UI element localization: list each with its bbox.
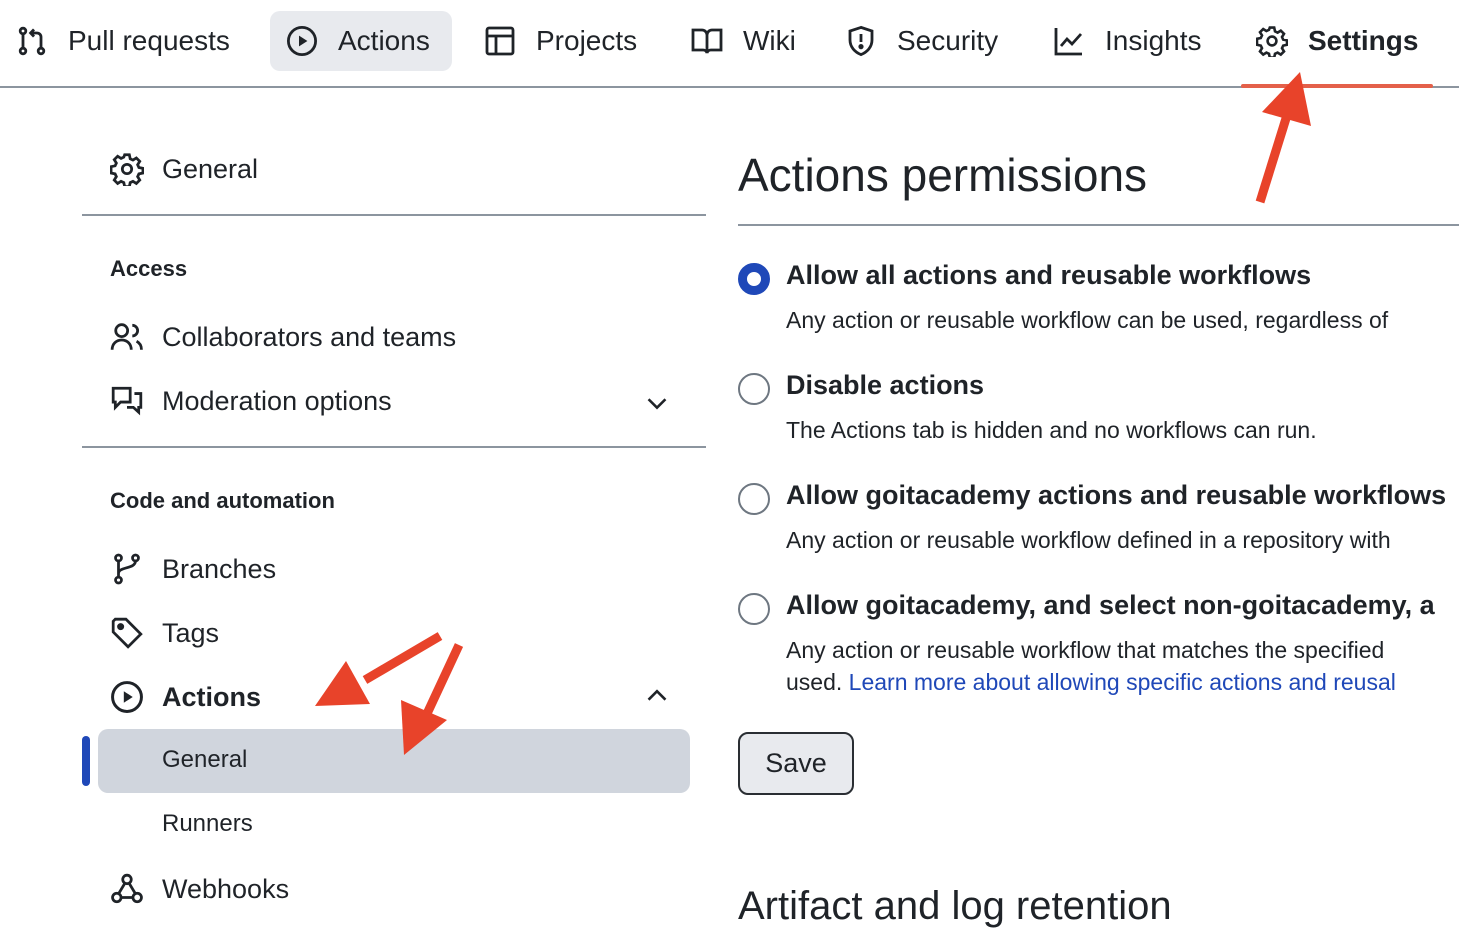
sidebar-item-general[interactable]: General xyxy=(110,152,258,186)
tab-label: Insights xyxy=(1105,25,1202,56)
chevron-up-icon[interactable] xyxy=(642,680,672,710)
tab-label: Security xyxy=(897,25,999,56)
tab-label: Settings xyxy=(1308,25,1419,56)
permission-option: Allow all actions and reusable workflows… xyxy=(738,262,1459,342)
learn-more-link[interactable]: Learn more about allowing specific actio… xyxy=(849,669,1396,695)
section-title-artifact-retention: Artifact and log retention xyxy=(738,884,1172,928)
sidebar-item-label: Branches xyxy=(162,553,277,584)
gear-icon xyxy=(1256,25,1288,57)
tab-projects[interactable]: Projects xyxy=(468,11,653,71)
option-description-line1: Any action or reusable workflow that mat… xyxy=(786,637,1385,663)
gear-icon xyxy=(110,152,144,186)
radio-allow-all[interactable] xyxy=(738,263,770,295)
sidebar-heading-code-automation: Code and automation xyxy=(110,488,335,513)
tab-actions[interactable]: Actions xyxy=(270,11,452,71)
sidebar-heading-access: Access xyxy=(110,256,188,281)
sidebar-item-moderation-options[interactable]: Moderation options xyxy=(110,384,392,418)
permission-option: Allow goitacademy actions and reusable w… xyxy=(738,482,1459,562)
option-description: The Actions tab is hidden and no workflo… xyxy=(786,417,1317,443)
sidebar-item-actions[interactable]: Actions xyxy=(110,680,261,714)
active-indicator xyxy=(82,736,90,786)
sidebar-item-label: Actions xyxy=(162,681,262,712)
option-description-prefix: used. xyxy=(786,669,849,695)
annotation-arrow-actions xyxy=(315,632,443,706)
play-circle-icon xyxy=(110,680,144,714)
repo-nav: Pull requests Actions Projects Wiki Secu… xyxy=(0,0,1459,88)
sidebar-item-label: Collaborators and teams xyxy=(162,321,457,352)
tab-label: Projects xyxy=(536,25,638,56)
option-description: Any action or reusable workflow that mat… xyxy=(786,634,1396,698)
sidebar-item-label: General xyxy=(162,153,259,184)
tab-insights[interactable]: Insights xyxy=(1037,11,1218,71)
option-description: Any action or reusable workflow can be u… xyxy=(786,307,1389,333)
tab-wiki[interactable]: Wiki xyxy=(675,11,812,71)
sidebar-item-label: Tags xyxy=(162,617,220,648)
option-title: Disable actions xyxy=(786,372,985,400)
sidebar-item-webhooks[interactable]: Webhooks xyxy=(110,872,289,906)
table-icon xyxy=(484,25,516,57)
selected-tab-indicator xyxy=(1241,84,1433,88)
save-button[interactable]: Save xyxy=(738,732,854,795)
option-title: Allow all actions and reusable workflows xyxy=(786,262,1312,290)
shield-icon xyxy=(845,25,877,57)
git-pull-request-icon xyxy=(16,25,48,57)
tab-label: Wiki xyxy=(743,25,796,56)
sidebar-item-label: Webhooks xyxy=(162,873,290,904)
git-branch-icon xyxy=(110,552,144,586)
option-title: Allow goitacademy actions and reusable w… xyxy=(786,482,1447,510)
tab-pull-requests[interactable]: Pull requests xyxy=(0,11,246,71)
option-description: Any action or reusable workflow defined … xyxy=(786,527,1391,553)
sidebar-subitem-runners[interactable]: Runners xyxy=(162,810,253,838)
sidebar-item-tags[interactable]: Tags xyxy=(110,616,219,650)
permission-option: Allow goitacademy, and select non-goitac… xyxy=(738,592,1459,712)
tab-security[interactable]: Security xyxy=(829,11,1014,71)
sidebar-item-branches[interactable]: Branches xyxy=(110,552,276,586)
book-icon xyxy=(691,25,723,57)
sidebar-divider xyxy=(82,214,706,216)
tag-icon xyxy=(110,616,144,650)
chevron-down-icon[interactable] xyxy=(642,388,672,418)
option-title: Allow goitacademy, and select non-goitac… xyxy=(786,592,1435,620)
radio-allow-org[interactable] xyxy=(738,483,770,515)
annotation-arrow-settings xyxy=(1255,72,1311,204)
sidebar-divider xyxy=(82,446,706,448)
tab-settings[interactable]: Settings xyxy=(1240,11,1434,71)
play-circle-icon xyxy=(286,25,318,57)
graph-icon xyxy=(1053,25,1085,57)
comment-discussion-icon xyxy=(110,384,144,418)
webhook-icon xyxy=(110,872,144,906)
radio-allow-select[interactable] xyxy=(738,593,770,625)
radio-disable-actions[interactable] xyxy=(738,373,770,405)
people-icon xyxy=(110,320,144,354)
tab-label: Pull requests xyxy=(68,25,230,56)
annotation-arrows xyxy=(315,72,1311,755)
page-title: Actions permissions xyxy=(738,149,1148,201)
permission-option: Disable actions The Actions tab is hidde… xyxy=(738,372,1459,452)
sidebar-item-label: Moderation options xyxy=(162,385,392,416)
title-divider xyxy=(738,224,1459,226)
sidebar-subitem-general-label[interactable]: General xyxy=(162,746,247,774)
sidebar-item-collaborators[interactable]: Collaborators and teams xyxy=(110,320,456,354)
tab-label: Actions xyxy=(338,25,430,56)
